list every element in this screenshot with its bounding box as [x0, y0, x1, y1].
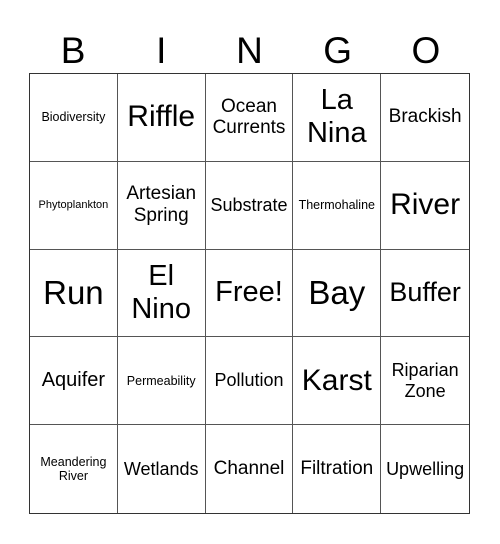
bingo-cell[interactable]: La Nina — [293, 74, 382, 162]
header-letter-g: G — [323, 30, 353, 71]
header-letter-b: B — [60, 30, 86, 71]
bingo-cell[interactable]: Pollution — [205, 337, 294, 426]
bingo-cell[interactable]: Biodiversity — [30, 74, 118, 162]
bingo-cell[interactable]: Run — [30, 249, 118, 338]
bingo-cell[interactable]: River — [381, 162, 469, 250]
bingo-cell[interactable]: Artesian Spring — [117, 161, 206, 250]
bingo-cell[interactable]: Riffle — [117, 74, 206, 162]
bingo-cell[interactable]: Karst — [293, 337, 382, 426]
bingo-cell[interactable]: Buffer — [381, 250, 469, 338]
bingo-cell[interactable]: Wetlands — [118, 425, 206, 513]
bingo-cell[interactable]: Brackish — [381, 74, 469, 162]
bingo-cell[interactable]: Filtration — [293, 425, 382, 513]
bingo-cell[interactable]: Aquifer — [30, 337, 118, 426]
bingo-header: B I N G O — [29, 28, 470, 73]
bingo-cell[interactable]: Phytoplankton — [30, 161, 118, 250]
bingo-cell[interactable]: El Nino — [117, 249, 206, 338]
bingo-cell[interactable]: Upwelling — [381, 425, 469, 513]
bingo-cell[interactable]: Meandering River — [30, 425, 118, 513]
header-letter-i: I — [156, 30, 167, 71]
bingo-grid: Biodiversity Riffle Ocean Currents La Ni… — [29, 73, 470, 514]
bingo-cell[interactable]: Bay — [293, 249, 382, 338]
bingo-cell[interactable]: Riparian Zone — [381, 337, 469, 426]
header-letter-n: N — [236, 30, 263, 71]
bingo-cell[interactable]: Thermohaline — [293, 161, 382, 250]
bingo-cell[interactable]: Ocean Currents — [205, 74, 294, 162]
header-letter-o: O — [411, 30, 441, 71]
bingo-cell[interactable]: Permeability — [117, 337, 206, 426]
free-space-cell[interactable]: Free! — [205, 249, 294, 338]
bingo-cell[interactable]: Channel — [206, 425, 294, 513]
bingo-cell[interactable]: Substrate — [205, 161, 294, 250]
